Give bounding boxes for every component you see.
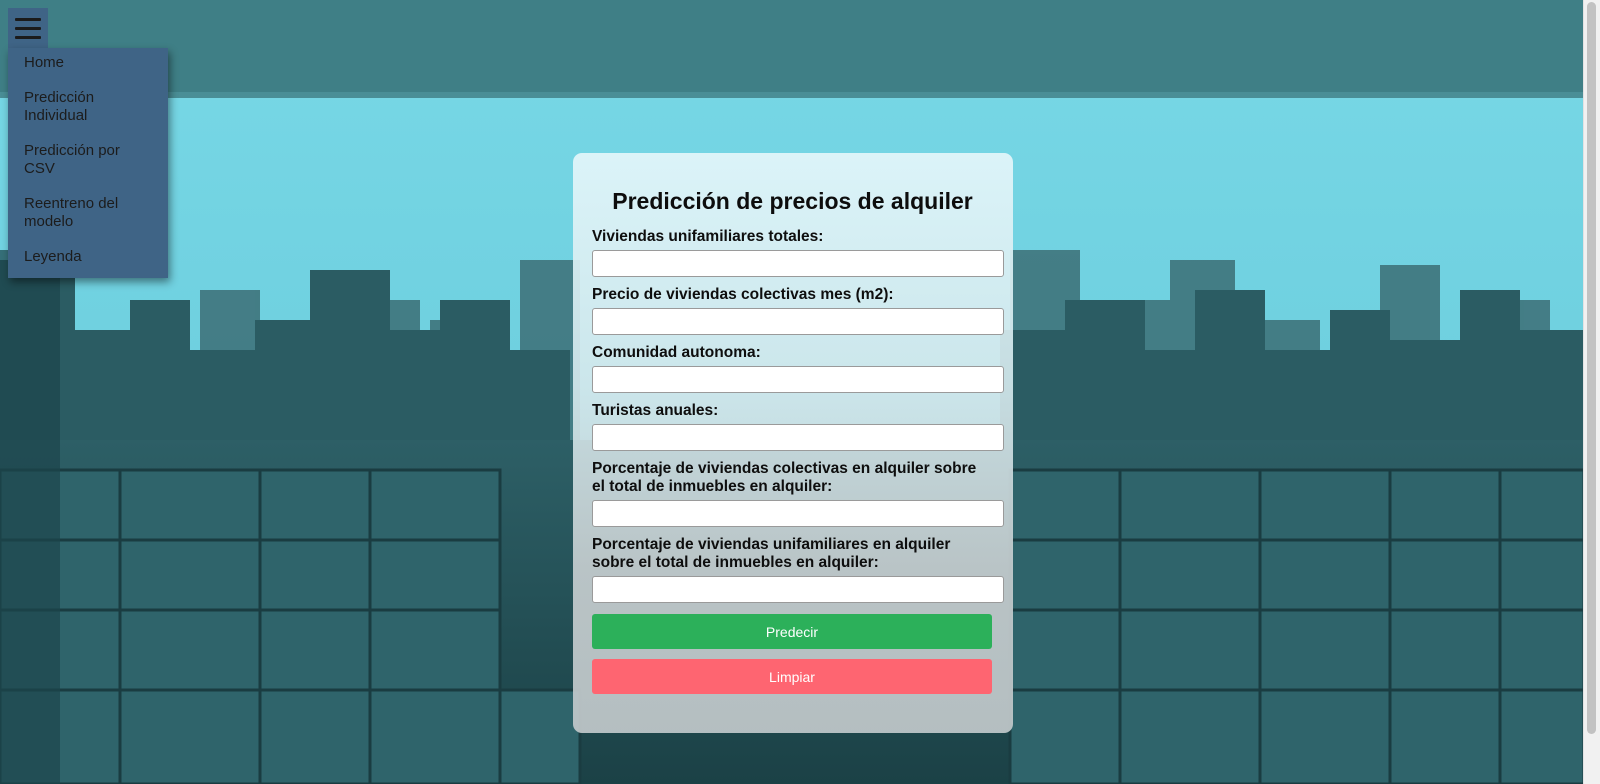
field-label-turistas-anuales: Turistas anuales: xyxy=(592,402,719,419)
page-scrollbar[interactable] xyxy=(1583,0,1600,784)
form-title: Predicción de precios de alquiler xyxy=(612,188,973,214)
menu-toggle-button[interactable] xyxy=(8,8,48,48)
menu-item-prediccion-csv[interactable]: Predicción por CSV xyxy=(8,142,168,178)
turistas-anuales-input[interactable] xyxy=(592,424,1004,451)
hamburger-icon-bar xyxy=(15,35,41,39)
porcentaje-unifamiliares-input[interactable] xyxy=(592,576,1004,603)
nav-menu: Home Predicción Individual Predicción po… xyxy=(8,48,168,278)
field-label-comunidad-autonoma: Comunidad autonoma: xyxy=(592,344,761,361)
predict-button[interactable]: Predecir xyxy=(592,614,992,649)
field-label-porcentaje-colectivas: Porcentaje de viviendas colectivas en al… xyxy=(592,460,977,495)
comunidad-autonoma-input[interactable] xyxy=(592,366,1004,393)
menu-item-reentreno[interactable]: Reentreno del modelo xyxy=(8,195,168,231)
precio-colectivas-input[interactable] xyxy=(592,308,1004,335)
prediction-form-card: Predicción de precios de alquiler Vivien… xyxy=(573,153,1013,733)
porcentaje-colectivas-input[interactable] xyxy=(592,500,1004,527)
menu-item-prediccion-individual[interactable]: Predicción Individual xyxy=(8,89,168,125)
hamburger-icon-bar xyxy=(15,26,41,30)
field-label-porcentaje-unifamiliares: Porcentaje de viviendas unifamiliares en… xyxy=(592,536,951,571)
hamburger-icon-bar xyxy=(15,17,41,21)
field-label-viviendas-unifamiliares: Viviendas unifamiliares totales: xyxy=(592,228,824,245)
viviendas-unifamiliares-input[interactable] xyxy=(592,250,1004,277)
menu-item-leyenda[interactable]: Leyenda xyxy=(8,248,168,266)
clear-button[interactable]: Limpiar xyxy=(592,659,992,694)
menu-item-home[interactable]: Home xyxy=(8,54,168,72)
field-label-precio-colectivas: Precio de viviendas colectivas mes (m2): xyxy=(592,286,894,303)
scrollbar-thumb[interactable] xyxy=(1587,2,1596,734)
